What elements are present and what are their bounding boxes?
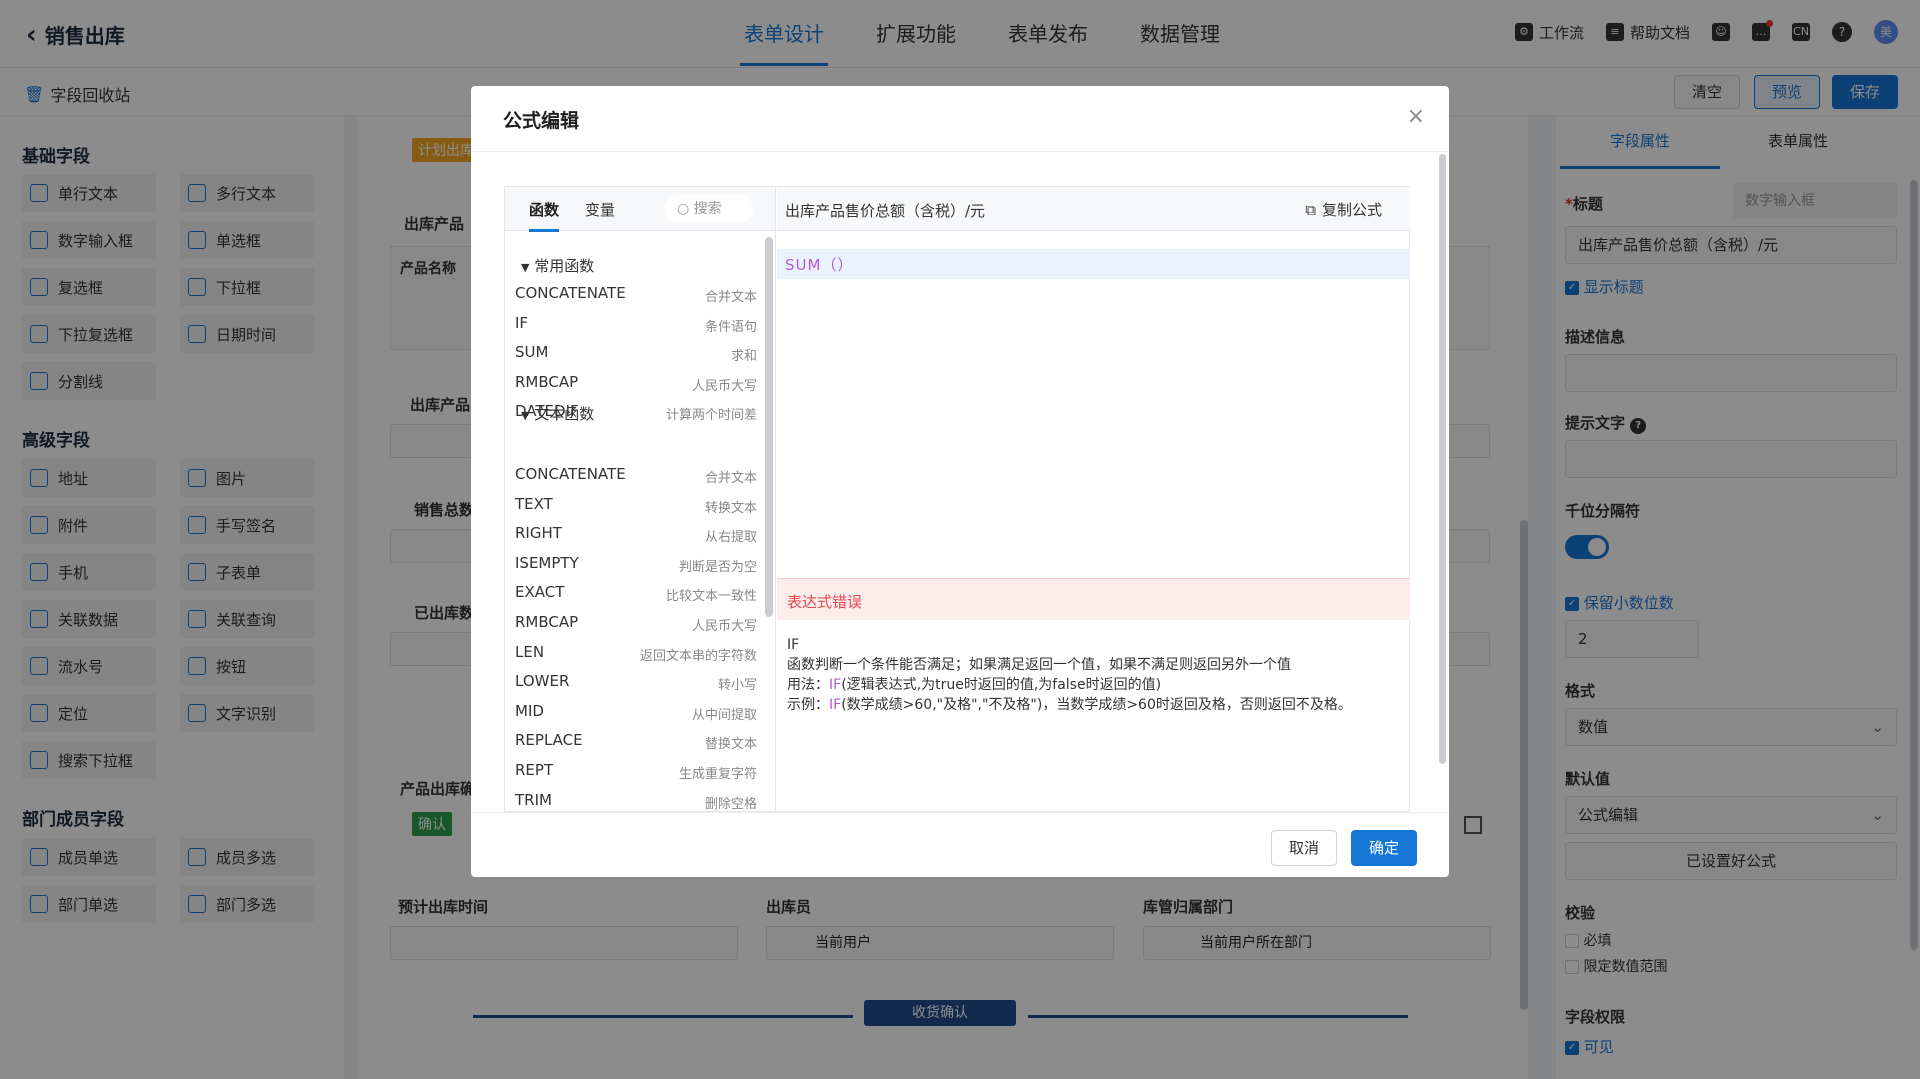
formula-pane: 出库产品售价总额（含税）/元 ⧉ 复制公式 SUM（） 表达式错误 IF 函数判断…	[777, 187, 1410, 813]
function-name: CONCATENATE	[515, 284, 626, 302]
search-placeholder: 搜索	[693, 201, 722, 217]
function-name: IF	[515, 313, 529, 332]
help-example-keyword: IF	[829, 697, 842, 713]
help-example: 示例：IF(数学成绩>60,"及格","不及格")，当数学成绩>60时返回及格，…	[787, 695, 1387, 715]
function-desc: 转换文本	[704, 500, 757, 516]
function-name: RIGHT	[515, 524, 562, 543]
formula-input[interactable]: SUM（）	[777, 249, 1410, 279]
function-name: REPLACE	[515, 731, 583, 750]
function-name: LEN	[515, 642, 545, 661]
caret-down-icon: ▼	[521, 261, 530, 274]
dialog-title: 公式编辑	[503, 110, 580, 132]
function-list-scrollbar[interactable]	[765, 237, 773, 617]
function-name: CONCATENATE	[515, 465, 626, 483]
function-item[interactable]: CONCATENATE 合并文本	[515, 465, 757, 489]
function-panel-header: 函数 变量 ○ 搜索	[505, 187, 775, 232]
copy-formula-button[interactable]: ⧉ 复制公式	[1305, 199, 1382, 220]
help-example-prefix: 示例：	[787, 697, 829, 713]
function-desc: 从中间提取	[691, 707, 757, 723]
dialog-footer-divider	[471, 812, 1449, 813]
help-description: 函数判断一个条件能否满足；如果满足返回一个值，如果不满足则返回另外一个值	[787, 657, 1291, 673]
close-icon[interactable]: ×	[1407, 104, 1425, 129]
function-desc: 人民币大写	[691, 378, 757, 394]
dialog-header-divider	[471, 151, 1449, 152]
function-item[interactable]: LEN 返回文本串的字符数	[515, 643, 757, 667]
function-name: TRIM	[515, 790, 552, 809]
function-desc: 生成重复字符	[678, 767, 757, 782]
function-item[interactable]: RIGHT 从右提取	[515, 524, 757, 548]
function-desc: 转小写	[717, 678, 757, 694]
function-item[interactable]: REPLACE 替换文本	[515, 731, 757, 755]
help-usage-keyword: IF	[829, 677, 842, 693]
function-name: RMBCAP	[515, 372, 579, 391]
dialog-scrollbar[interactable]	[1439, 154, 1446, 764]
group-common-functions[interactable]: ▼ 常用函数	[521, 255, 594, 276]
function-desc: 合并文本	[704, 290, 757, 305]
formula-editor: 函数 变量 ○ 搜索 ▼ 常用函数 CONCATENATE 合并文本 IF 条件语句 S…	[504, 186, 1410, 813]
error-bar: 表达式错误	[777, 578, 1410, 620]
function-desc: 从右提取	[704, 530, 757, 546]
function-item[interactable]: TRIM 删除空格	[515, 791, 757, 813]
function-item[interactable]: RMBCAP 人民币大写	[515, 373, 757, 397]
function-desc: 判断是否为空	[678, 559, 757, 575]
function-name: ISEMPTY	[515, 553, 579, 572]
function-item[interactable]: REPT 生成重复字符	[515, 761, 757, 785]
function-desc: 合并文本	[704, 471, 757, 486]
function-desc: 删除空格	[704, 796, 757, 812]
function-item[interactable]: IF 条件语句	[515, 314, 757, 338]
function-desc: 返回文本串的字符数	[639, 648, 757, 664]
function-name: EXACT	[515, 583, 565, 602]
function-name: LOWER	[515, 672, 570, 691]
help-function-name: IF	[787, 637, 800, 653]
caret-down-icon: ▼	[521, 409, 530, 422]
help-example-text: (数学成绩>60,"及格","不及格")，当数学成绩>60时返回及格，否则返回不…	[841, 697, 1352, 713]
copy-icon: ⧉	[1305, 200, 1316, 219]
function-name: TEXT	[515, 494, 553, 513]
function-desc: 比较文本一致性	[665, 589, 757, 605]
cancel-button[interactable]: 取消	[1271, 830, 1337, 866]
function-desc: 替换文本	[704, 737, 757, 753]
formula-pane-header: 出库产品售价总额（含税）/元 ⧉ 复制公式	[777, 187, 1410, 231]
function-item[interactable]: ISEMPTY 判断是否为空	[515, 554, 757, 578]
tab-variables[interactable]: 变量	[585, 199, 615, 220]
function-item[interactable]: TEXT 转换文本	[515, 495, 757, 519]
group-common-label: 常用函数	[534, 257, 595, 275]
function-name: MID	[515, 701, 544, 720]
help-usage-text: (逻辑表达式,为true时返回的值,为false时返回的值)	[841, 677, 1162, 693]
function-item[interactable]: RMBCAP 人民币大写	[515, 613, 757, 637]
function-name: SUM	[515, 343, 549, 362]
function-item[interactable]: SUM 求和	[515, 343, 757, 367]
function-help: IF 函数判断一个条件能否满足；如果满足返回一个值，如果不满足则返回另外一个值 …	[787, 635, 1387, 715]
function-desc: 人民币大写	[691, 619, 757, 634]
search-icon: ○	[677, 201, 690, 217]
function-item[interactable]: CONCATENATE 合并文本	[515, 284, 757, 308]
function-desc: 求和	[730, 349, 757, 365]
function-desc: 计算两个时间差	[665, 408, 757, 424]
formula-text: SUM（）	[785, 256, 854, 274]
formula-editor-dialog: 公式编辑 × 函数 变量 ○ 搜索 ▼ 常用函数 CONCATENATE 合并文本…	[471, 86, 1449, 877]
group-text-label: 文本函数	[534, 405, 595, 423]
function-item[interactable]: MID 从中间提取	[515, 702, 757, 726]
function-name: REPT	[515, 761, 554, 779]
function-desc: 条件语句	[704, 319, 757, 335]
help-usage-prefix: 用法：	[787, 677, 829, 693]
function-item[interactable]: LOWER 转小写	[515, 672, 757, 696]
function-search-input[interactable]: ○ 搜索	[665, 195, 753, 223]
error-message: 表达式错误	[787, 593, 863, 611]
function-panel: 函数 变量 ○ 搜索 ▼ 常用函数 CONCATENATE 合并文本 IF 条件语句 S…	[505, 187, 776, 813]
function-item[interactable]: EXACT 比较文本一致性	[515, 583, 757, 607]
help-usage: 用法：IF(逻辑表达式,为true时返回的值,为false时返回的值)	[787, 675, 1387, 695]
copy-formula-label: 复制公式	[1321, 201, 1382, 219]
function-name: RMBCAP	[515, 613, 579, 631]
target-field-title: 出库产品售价总额（含税）/元	[785, 202, 986, 220]
ok-button[interactable]: 确定	[1351, 830, 1417, 866]
tab-functions[interactable]: 函数	[529, 199, 560, 232]
group-text-functions[interactable]: ▼ 文本函数	[521, 403, 594, 424]
